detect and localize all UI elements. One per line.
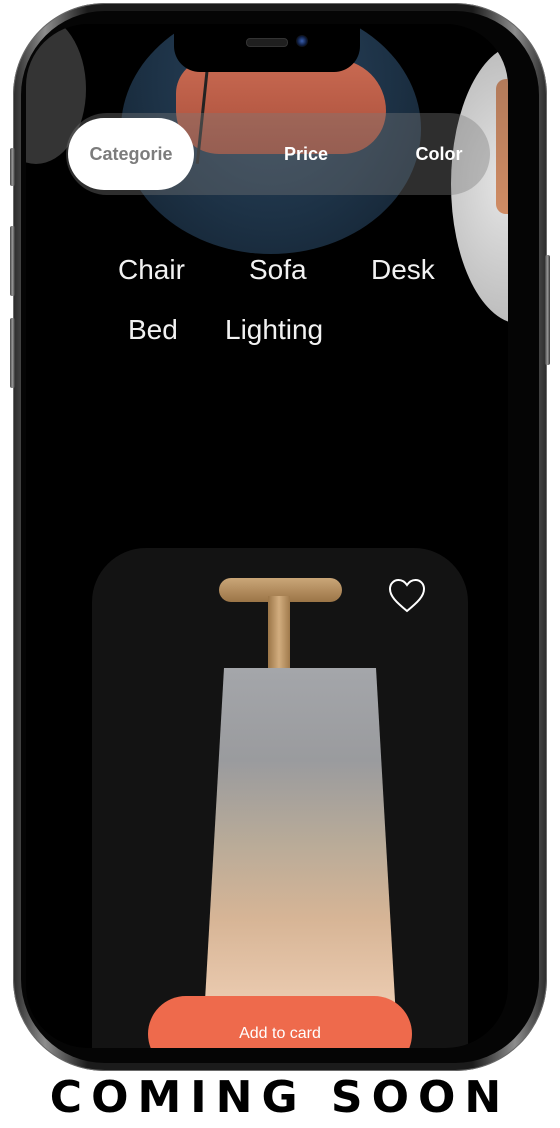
coming-soon-banner: COMING SOON [49, 1072, 511, 1123]
front-camera [296, 35, 308, 47]
category-lighting[interactable]: Lighting [225, 314, 323, 346]
phone-notch [174, 24, 360, 72]
lamp-shade-image [200, 668, 400, 1048]
category-desk[interactable]: Desk [371, 254, 435, 286]
category-bed[interactable]: Bed [128, 314, 178, 346]
tab-color[interactable]: Color [384, 113, 494, 195]
side-button-right [545, 255, 550, 365]
side-button-left-top [10, 148, 15, 186]
category-chair[interactable]: Chair [118, 254, 185, 286]
side-button-left-mid [10, 226, 15, 296]
tab-categorie[interactable]: Categorie [68, 118, 194, 190]
side-button-left-low [10, 318, 15, 388]
speaker-grille [246, 38, 288, 47]
product-card [92, 548, 468, 1048]
category-sofa[interactable]: Sofa [249, 254, 307, 286]
filter-tab-bar: Categorie Price Color [66, 113, 490, 195]
add-to-card-button[interactable]: Add to card [148, 996, 412, 1048]
phone-screen: Categorie Price Color Chair Sofa Desk Be… [26, 24, 508, 1048]
chair-image [496, 79, 508, 214]
lamp-stem-image [268, 596, 290, 672]
tab-price[interactable]: Price [251, 113, 361, 195]
heart-outline-icon[interactable] [388, 578, 426, 614]
